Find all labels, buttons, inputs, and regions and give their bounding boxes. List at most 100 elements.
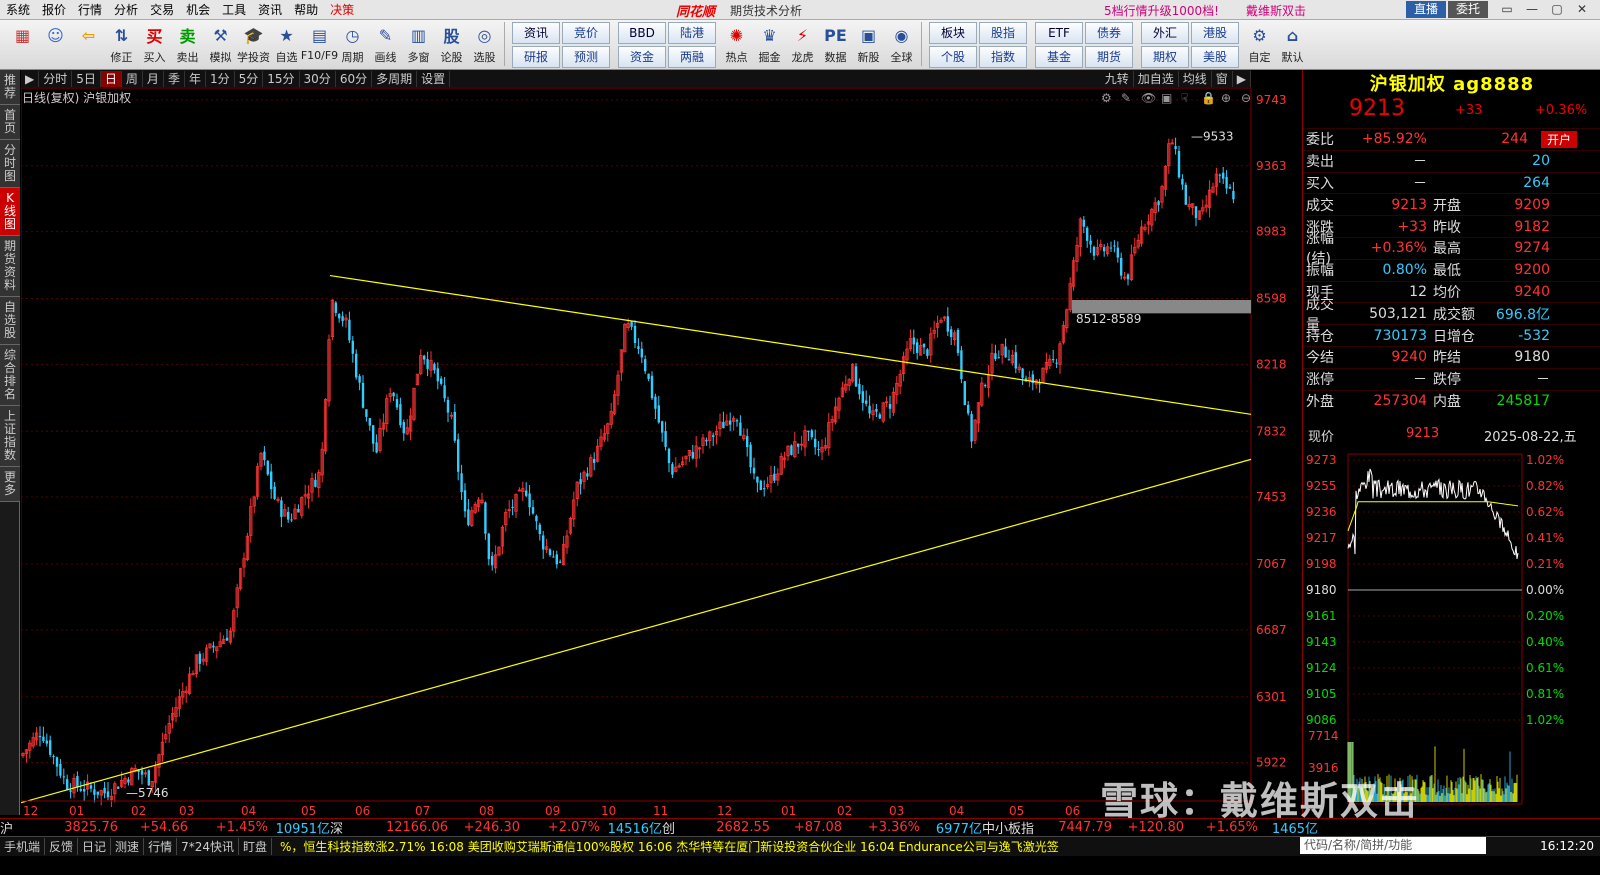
period-5[interactable]: 季: [164, 70, 185, 87]
menu-item-4[interactable]: 交易: [144, 1, 180, 18]
grid-sector-btn-1[interactable]: 股指: [979, 22, 1027, 44]
sidebar-tab-4[interactable]: 期货资料: [0, 236, 20, 297]
chart-tool-icon[interactable]: 🔒: [1201, 91, 1216, 105]
chart-tool-icon[interactable]: ✎: [1121, 91, 1131, 105]
news-ticker[interactable]: %，恒生科技指数涨2.71% 16:08 美团收购艾瑞斯通信100%股权 16:…: [280, 838, 1270, 855]
sidebar-tab-7[interactable]: 上证指数: [0, 406, 20, 467]
sidebar-tab-6[interactable]: 综合排名: [0, 345, 20, 406]
restore-icon[interactable]: ▭: [1496, 2, 1518, 18]
toolbar-btn-自选[interactable]: ★ 自选: [270, 20, 303, 68]
entrust-button[interactable]: 委托: [1448, 1, 1489, 18]
grid-etf-btn-2[interactable]: 基金: [1035, 46, 1083, 68]
news-tab-4[interactable]: 行情: [144, 838, 178, 855]
toolbar-btn-默认[interactable]: ⌂ 默认: [1276, 20, 1309, 68]
news-tab-5[interactable]: 7*24快讯: [177, 838, 239, 855]
grid-etf-btn-1[interactable]: 债券: [1085, 22, 1133, 44]
grid-news-btn-2[interactable]: 研报: [512, 46, 560, 68]
promo-link[interactable]: 5档行情升级1000档!: [1104, 2, 1219, 19]
toolbar-btn-掘金[interactable]: ♛ 掘金: [753, 20, 786, 68]
toolbar-btn-学投资[interactable]: 🎓 学投资: [237, 20, 270, 68]
command-input[interactable]: 代码/名称/简拼/功能: [1300, 837, 1486, 854]
news-tab-2[interactable]: 日记: [78, 838, 112, 855]
close-icon[interactable]: ✕: [1571, 2, 1593, 18]
toolbar-btn-热点[interactable]: ✺ 热点: [720, 20, 753, 68]
grid-sector-btn-2[interactable]: 个股: [929, 46, 977, 68]
period-7[interactable]: 1分: [206, 70, 235, 87]
menu-item-3[interactable]: 分析: [108, 1, 144, 18]
chart-tool-icon[interactable]: ⚙: [1101, 91, 1112, 105]
chart-tool-3[interactable]: 窗: [1212, 71, 1233, 87]
collapse-icon[interactable]: ▶: [21, 70, 40, 87]
expand-icon[interactable]: ▶: [1233, 71, 1251, 87]
grid-fx-btn-0[interactable]: 外汇: [1141, 22, 1189, 44]
toolbar-btn-龙虎[interactable]: ⚡ 龙虎: [786, 20, 819, 68]
period-13[interactable]: 设置: [417, 70, 451, 87]
sidebar-tab-1[interactable]: 首页: [0, 105, 20, 140]
grid-etf-btn-0[interactable]: ETF: [1035, 22, 1083, 44]
toolbar-btn-F10/F9[interactable]: ▤ F10/F9: [301, 20, 338, 68]
open-account-button[interactable]: 开户: [1541, 130, 1578, 148]
sidebar-tab-2[interactable]: 分时图: [0, 140, 20, 188]
intraday-mini-chart[interactable]: 9273 1.02% 9255 0.82% 9236 0.62% 9217 0.41% 9198…: [1302, 430, 1600, 815]
period-4[interactable]: 月: [143, 70, 164, 87]
menu-item-0[interactable]: 系统: [0, 1, 36, 18]
period-8[interactable]: 5分: [235, 70, 264, 87]
grid-funds-btn-3[interactable]: 两融: [668, 46, 716, 68]
period-10[interactable]: 30分: [300, 70, 336, 87]
live-button[interactable]: 直播: [1406, 1, 1447, 18]
period-3[interactable]: 周: [122, 70, 143, 87]
sidebar-tab-0[interactable]: 推荐: [0, 70, 20, 105]
minimize-icon[interactable]: —: [1521, 2, 1543, 18]
news-tab-0[interactable]: 手机端: [0, 838, 46, 855]
grid-fx-btn-3[interactable]: 美股: [1191, 46, 1239, 68]
chart-tool-0[interactable]: 九转: [1101, 71, 1134, 87]
period-1[interactable]: 5日: [72, 70, 101, 87]
kline-chart[interactable]: 9743 9363 8983 8598 8218 7832 7453 7067 6687 6301…: [21, 88, 1301, 816]
toolbar-btn-多窗[interactable]: ▥ 多窗: [402, 20, 435, 68]
period-2[interactable]: 日: [100, 70, 122, 87]
grid-fx-btn-1[interactable]: 港股: [1191, 22, 1239, 44]
grid-fx-btn-2[interactable]: 期权: [1141, 46, 1189, 68]
period-12[interactable]: 多周期: [372, 70, 418, 87]
period-9[interactable]: 15分: [263, 70, 300, 87]
toolbar-btn-数据[interactable]: PE 数据: [819, 20, 852, 68]
menu-item-2[interactable]: 行情: [72, 1, 108, 18]
chart-tool-2[interactable]: 均线: [1179, 71, 1212, 87]
toolbar-btn-自定[interactable]: ⚙ 自定: [1243, 20, 1276, 68]
menu-item-1[interactable]: 报价: [36, 1, 72, 18]
sidebar-tab-3[interactable]: K线图: [0, 188, 20, 236]
chart-tool-icon[interactable]: 👁: [1141, 91, 1156, 105]
grid-funds-btn-2[interactable]: 资金: [618, 46, 666, 68]
menu-item-8[interactable]: 帮助: [288, 1, 324, 18]
toolbar-btn-robot-icon[interactable]: ☺: [39, 20, 72, 68]
toolbar-btn-买入[interactable]: 买买入: [138, 20, 171, 68]
period-0[interactable]: 分时: [39, 70, 73, 87]
toolbar-btn-color-grid-icon[interactable]: ▦: [6, 20, 39, 68]
period-11[interactable]: 60分: [336, 70, 373, 87]
chart-tool-icon[interactable]: ⊖: [1241, 91, 1251, 105]
sidebar-tab-5[interactable]: 自选股: [0, 297, 20, 345]
toolbar-btn-全球[interactable]: ◉ 全球: [885, 20, 918, 68]
period-6[interactable]: 年: [185, 70, 206, 87]
user-name[interactable]: 戴维斯双击: [1246, 2, 1306, 19]
menu-item-9[interactable]: 决策: [324, 1, 360, 18]
chart-tool-icon[interactable]: ⊕: [1221, 91, 1231, 105]
chart-tool-1[interactable]: 加自选: [1134, 71, 1179, 87]
news-tab-1[interactable]: 反馈: [45, 838, 79, 855]
grid-etf-btn-3[interactable]: 期货: [1085, 46, 1133, 68]
toolbar-btn-模拟[interactable]: ⚒ 模拟: [204, 20, 237, 68]
grid-funds-btn-0[interactable]: BBD: [618, 22, 666, 44]
menu-item-5[interactable]: 机会: [180, 1, 216, 18]
toolbar-btn-论股[interactable]: 股论股: [435, 20, 468, 68]
menu-item-6[interactable]: 工具: [216, 1, 252, 18]
grid-news-btn-1[interactable]: 竞价: [562, 22, 610, 44]
grid-funds-btn-1[interactable]: 陆港: [668, 22, 716, 44]
toolbar-btn-卖出[interactable]: 卖卖出: [171, 20, 204, 68]
grid-news-btn-0[interactable]: 资讯: [512, 22, 560, 44]
toolbar-btn-新股[interactable]: ▣ 新股: [852, 20, 885, 68]
toolbar-btn-画线[interactable]: ✎ 画线: [369, 20, 402, 68]
news-tab-3[interactable]: 测速: [111, 838, 145, 855]
grid-sector-btn-0[interactable]: 板块: [929, 22, 977, 44]
grid-news-btn-3[interactable]: 预测: [562, 46, 610, 68]
grid-sector-btn-3[interactable]: 指数: [979, 46, 1027, 68]
